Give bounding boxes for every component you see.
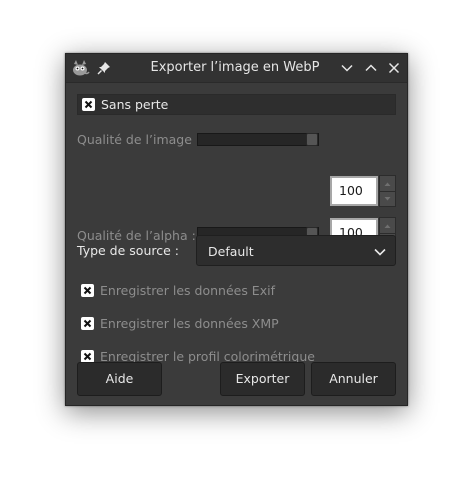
image-quality-label: Qualité de l’image :: [77, 132, 201, 147]
lossless-option-row[interactable]: Sans perte: [77, 94, 396, 115]
window-title: Exporter l’image en WebP: [150, 60, 320, 75]
image-quality-decrement-button[interactable]: [380, 191, 395, 206]
close-button[interactable]: [386, 60, 402, 76]
gimp-wilber-icon: [70, 58, 90, 78]
pin-icon[interactable]: [96, 60, 112, 76]
image-quality-input[interactable]: 100: [330, 176, 378, 206]
image-quality-slider-handle[interactable]: [306, 133, 318, 146]
close-icon: [388, 62, 400, 74]
help-button[interactable]: Aide: [77, 362, 162, 396]
save-xmp-label: Enregistrer les données XMP: [100, 316, 279, 331]
check-x-icon: [83, 319, 92, 328]
chevron-up-icon: [365, 64, 377, 72]
chevron-down-icon: [341, 64, 353, 72]
image-quality-increment-button[interactable]: [380, 176, 395, 192]
image-quality-slider[interactable]: [197, 133, 319, 146]
lossless-label: Sans perte: [101, 97, 169, 112]
image-quality-spin-buttons: [379, 175, 396, 207]
chevron-down-icon: [373, 244, 387, 263]
export-webp-dialog: Exporter l’image en WebP Sans perte Qual…: [65, 53, 408, 406]
title-bar[interactable]: Exporter l’image en WebP: [66, 54, 407, 83]
image-quality-slider-fill: [198, 134, 312, 145]
minimize-button[interactable]: [339, 60, 355, 76]
triangle-down-icon: [384, 197, 391, 201]
check-x-icon: [84, 100, 93, 109]
save-exif-label: Enregistrer les données Exif: [100, 283, 275, 298]
check-x-icon: [83, 286, 92, 295]
alpha-quality-label: Qualité de l’alpha :: [77, 228, 196, 243]
check-x-icon: [83, 352, 92, 361]
source-type-label: Type de source :: [77, 243, 179, 258]
triangle-up-icon: [384, 224, 391, 228]
maximize-button[interactable]: [363, 60, 379, 76]
triangle-up-icon: [384, 182, 391, 186]
source-type-value: Default: [208, 244, 254, 259]
save-xmp-checkbox[interactable]: [81, 317, 94, 330]
save-exif-checkbox[interactable]: [81, 284, 94, 297]
alpha-quality-increment-button[interactable]: [380, 218, 395, 234]
lossless-checkbox[interactable]: [82, 98, 95, 111]
export-button[interactable]: Exporter: [220, 362, 305, 396]
dialog-content: Sans perte Qualité de l’image : 100 Qual…: [66, 83, 407, 405]
source-type-dropdown[interactable]: Default: [196, 235, 396, 266]
cancel-button[interactable]: Annuler: [311, 362, 396, 396]
